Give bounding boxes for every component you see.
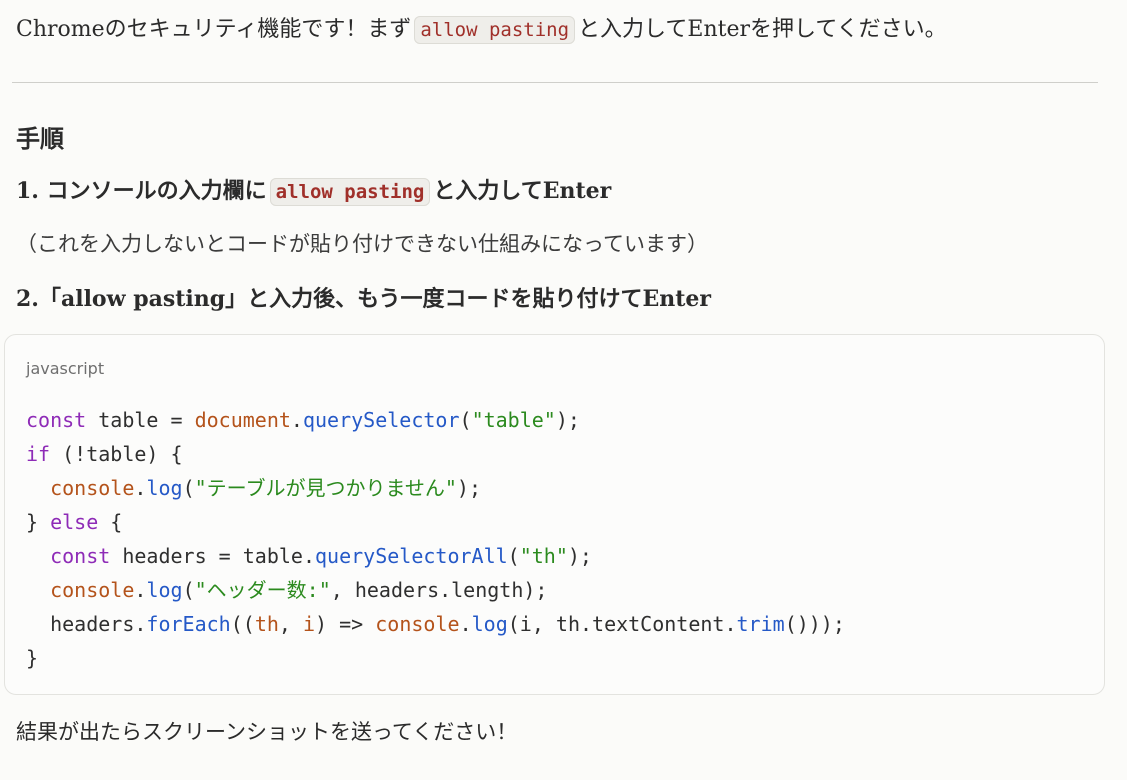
code-token: document bbox=[194, 408, 291, 432]
code-token: console bbox=[375, 612, 460, 636]
code-token: } bbox=[26, 646, 39, 670]
code-token: table = bbox=[86, 408, 195, 432]
code-line: } else { bbox=[26, 505, 845, 539]
step-2: 2.「allow pasting」と入力後、もう一度コードを貼り付けてEnter bbox=[16, 286, 711, 312]
code-token: if bbox=[26, 442, 51, 466]
closing-paragraph: 結果が出たらスクリーンショットを送ってください！ bbox=[16, 720, 518, 744]
code-token: console bbox=[50, 578, 135, 602]
code-token: log bbox=[471, 612, 508, 636]
code-line: headers.forEach((th, i) => console.log(i… bbox=[26, 607, 845, 641]
code-line: } bbox=[26, 641, 845, 675]
code-token: headers. bbox=[26, 612, 147, 636]
code-token: ); bbox=[456, 476, 481, 500]
code-token: i bbox=[303, 612, 316, 636]
code-token: trim bbox=[736, 612, 785, 636]
section-heading: 手順 bbox=[16, 125, 64, 153]
code-token: . bbox=[290, 408, 303, 432]
code-line: const table = document.querySelector("ta… bbox=[26, 403, 845, 437]
code-token: headers = table. bbox=[110, 544, 316, 568]
code-token: ())); bbox=[784, 612, 845, 636]
code-token: (( bbox=[230, 612, 255, 636]
step-1: 1. コンソールの入力欄に allow pasting と入力してEnter bbox=[16, 175, 611, 208]
code-language-label: javascript bbox=[26, 359, 105, 378]
code-line: const headers = table.querySelectorAll("… bbox=[26, 539, 845, 573]
code-token: ); bbox=[555, 408, 580, 432]
code-content[interactable]: const table = document.querySelector("ta… bbox=[26, 403, 845, 675]
code-token: th bbox=[254, 612, 279, 636]
code-block[interactable]: javascript const table = document.queryS… bbox=[4, 334, 1105, 695]
code-token: ( bbox=[182, 578, 195, 602]
code-token: . bbox=[134, 578, 147, 602]
code-token: ( bbox=[507, 544, 520, 568]
code-token: (i, th.textContent. bbox=[507, 612, 737, 636]
intro-text-before: Chromeのセキュリティ機能です！まず bbox=[16, 17, 412, 42]
code-token: { bbox=[98, 510, 123, 534]
code-line: if (!table) { bbox=[26, 437, 845, 471]
code-token: "テーブルが見つかりません" bbox=[194, 476, 457, 500]
inline-code-allow-pasting: allow pasting bbox=[414, 16, 576, 44]
code-token: const bbox=[26, 408, 87, 432]
code-token: (!table) { bbox=[50, 442, 183, 466]
code-token: . bbox=[134, 476, 147, 500]
code-token: "table" bbox=[471, 408, 556, 432]
code-token: else bbox=[50, 510, 99, 534]
code-token: ) => bbox=[315, 612, 376, 636]
code-token: console bbox=[50, 476, 135, 500]
code-token: "th" bbox=[519, 544, 568, 568]
step-1-inline-code: allow pasting bbox=[269, 178, 431, 206]
code-token: log bbox=[146, 476, 183, 500]
code-token: "ヘッダー数:" bbox=[194, 578, 331, 602]
code-token: ( bbox=[459, 408, 472, 432]
code-token: querySelector bbox=[302, 408, 460, 432]
code-token: , headers.length); bbox=[330, 578, 548, 602]
step-1-text-before: 1. コンソールの入力欄に bbox=[16, 178, 267, 204]
code-token: ( bbox=[182, 476, 195, 500]
code-token: ); bbox=[567, 544, 592, 568]
code-token: . bbox=[459, 612, 472, 636]
horizontal-divider bbox=[12, 82, 1098, 83]
intro-paragraph: Chromeのセキュリティ機能です！まず allow pasting と入力してEn… bbox=[16, 14, 947, 46]
code-line: console.log("テーブルが見つかりません"); bbox=[26, 471, 845, 505]
code-token: } bbox=[26, 510, 51, 534]
code-token: const bbox=[50, 544, 111, 568]
code-line: console.log("ヘッダー数:", headers.length); bbox=[26, 573, 845, 607]
step-1-text-after: と入力してEnter bbox=[433, 178, 612, 204]
code-token: querySelectorAll bbox=[315, 544, 508, 568]
step-1-note: （これを入力しないとコードが貼り付けできない仕組みになっています） bbox=[16, 232, 708, 256]
code-token: forEach bbox=[146, 612, 231, 636]
code-token: , bbox=[278, 612, 303, 636]
intro-text-after: と入力してEnterを押してください。 bbox=[578, 17, 947, 42]
code-token: log bbox=[146, 578, 183, 602]
